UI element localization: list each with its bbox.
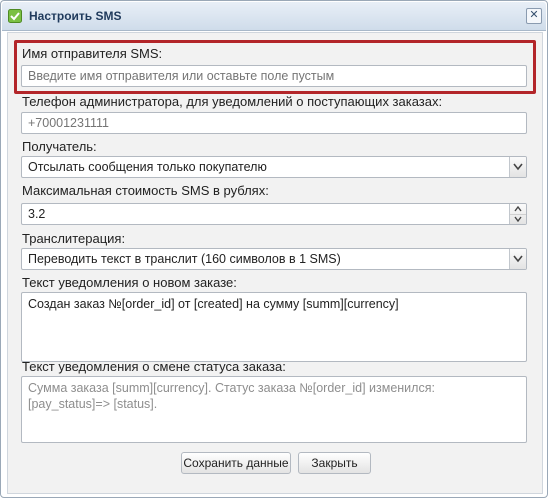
recipient-select[interactable]: Отсылать сообщения только покупателю <box>21 156 527 178</box>
close-icon[interactable]: ✕ <box>526 8 542 24</box>
chevron-down-icon[interactable] <box>509 157 526 177</box>
new-order-text-value: Создан заказ №[order_id] от [created] на… <box>28 297 399 311</box>
save-button[interactable]: Сохранить данные <box>181 452 291 474</box>
recipient-label: Получатель: <box>22 139 97 154</box>
dialog-titlebar[interactable]: Настроить SMS ✕ <box>2 2 546 31</box>
admin-phone-input[interactable] <box>21 112 527 134</box>
status-change-text-label: Текст уведомления о смене статуса заказа… <box>22 359 286 374</box>
status-change-text-value: Сумма заказа [summ][currency]. Статус за… <box>28 381 435 411</box>
new-order-textarea[interactable]: Создан заказ №[order_id] от [created] на… <box>21 292 527 362</box>
sms-settings-dialog: Настроить SMS ✕ Имя отправителя SMS: Тел… <box>0 0 548 498</box>
close-button[interactable]: Закрыть <box>298 452 371 474</box>
recipient-selected-value: Отсылать сообщения только покупателю <box>28 160 267 174</box>
stepper-down-icon[interactable] <box>510 214 526 224</box>
admin-phone-label: Телефон администратора, для уведомлений … <box>22 94 443 109</box>
sender-name-label: Имя отправителя SMS: <box>22 46 163 61</box>
settings-window-icon <box>8 9 22 23</box>
stepper-controls <box>509 204 526 224</box>
dialog-title: Настроить SMS <box>29 9 122 23</box>
status-change-textarea[interactable]: Сумма заказа [summ][currency]. Статус за… <box>21 376 527 443</box>
sender-name-input[interactable] <box>21 65 527 87</box>
chevron-down-icon[interactable] <box>509 249 526 269</box>
new-order-text-label: Текст уведомления о новом заказе: <box>22 275 237 290</box>
max-cost-stepper[interactable]: 3.2 <box>21 203 527 225</box>
max-cost-label: Максимальная стоимость SMS в рублях: <box>22 183 269 198</box>
max-cost-value: 3.2 <box>28 207 46 221</box>
transliteration-select[interactable]: Переводить текст в транслит (160 символо… <box>21 248 527 270</box>
transliteration-label: Транслитерация: <box>22 231 126 246</box>
settings-form: Имя отправителя SMS: Телефон администрат… <box>7 32 543 494</box>
transliteration-selected-value: Переводить текст в транслит (160 символо… <box>28 252 341 266</box>
